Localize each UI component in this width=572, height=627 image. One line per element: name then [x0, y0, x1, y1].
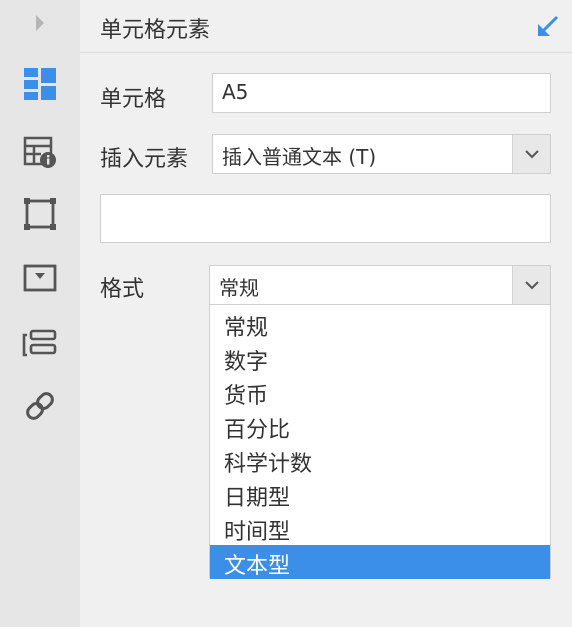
layer-icon[interactable]	[0, 322, 80, 362]
insert-element-value: 插入普通文本 (T)	[222, 145, 377, 169]
frame-icon[interactable]	[0, 194, 80, 234]
table-attributes-icon[interactable]	[0, 132, 80, 172]
panel-header: 单元格元素	[80, 0, 572, 53]
sidebar	[0, 0, 80, 627]
dropdown-option[interactable]: 文本型	[210, 545, 550, 579]
widget-icon[interactable]	[0, 258, 80, 298]
dropdown-option[interactable]: 科学计数	[210, 443, 550, 477]
insert-element-select[interactable]: 插入普通文本 (T)	[212, 134, 551, 174]
link-icon[interactable]	[0, 386, 80, 426]
dropdown-option[interactable]: 日期型	[210, 477, 550, 511]
dropdown-option[interactable]: 数字	[210, 341, 550, 375]
content-input[interactable]	[100, 194, 551, 243]
insert-element-label: 插入元素	[100, 147, 189, 172]
format-select[interactable]: 常规	[209, 265, 551, 305]
cell-grid-icon[interactable]	[0, 64, 80, 104]
dropdown-option[interactable]: 百分比	[210, 409, 550, 443]
format-select-value: 常规	[219, 276, 259, 300]
cell-input-value: A5	[222, 80, 249, 104]
chevron-down-icon[interactable]	[512, 266, 550, 304]
expand-corner-icon[interactable]	[536, 14, 560, 42]
dropdown-option[interactable]: 时间型	[210, 511, 550, 545]
cell-label: 单元格	[100, 87, 167, 112]
format-label: 格式	[100, 277, 145, 302]
format-dropdown-list: 常规 数字 货币 百分比 科学计数 日期型 时间型 文本型	[209, 304, 551, 579]
dropdown-option[interactable]: 常规	[210, 307, 550, 341]
cell-element-panel: 单元格元素 单元格 A5 插入元素 插入普通文本 (T) 格式 常规 常规 数字	[80, 0, 572, 627]
chevron-down-icon[interactable]	[512, 135, 550, 173]
dropdown-option[interactable]: 货币	[210, 375, 550, 409]
cell-input[interactable]: A5	[212, 73, 551, 113]
collapse-arrow-icon[interactable]	[0, 10, 80, 36]
panel-title: 单元格元素	[100, 18, 211, 43]
